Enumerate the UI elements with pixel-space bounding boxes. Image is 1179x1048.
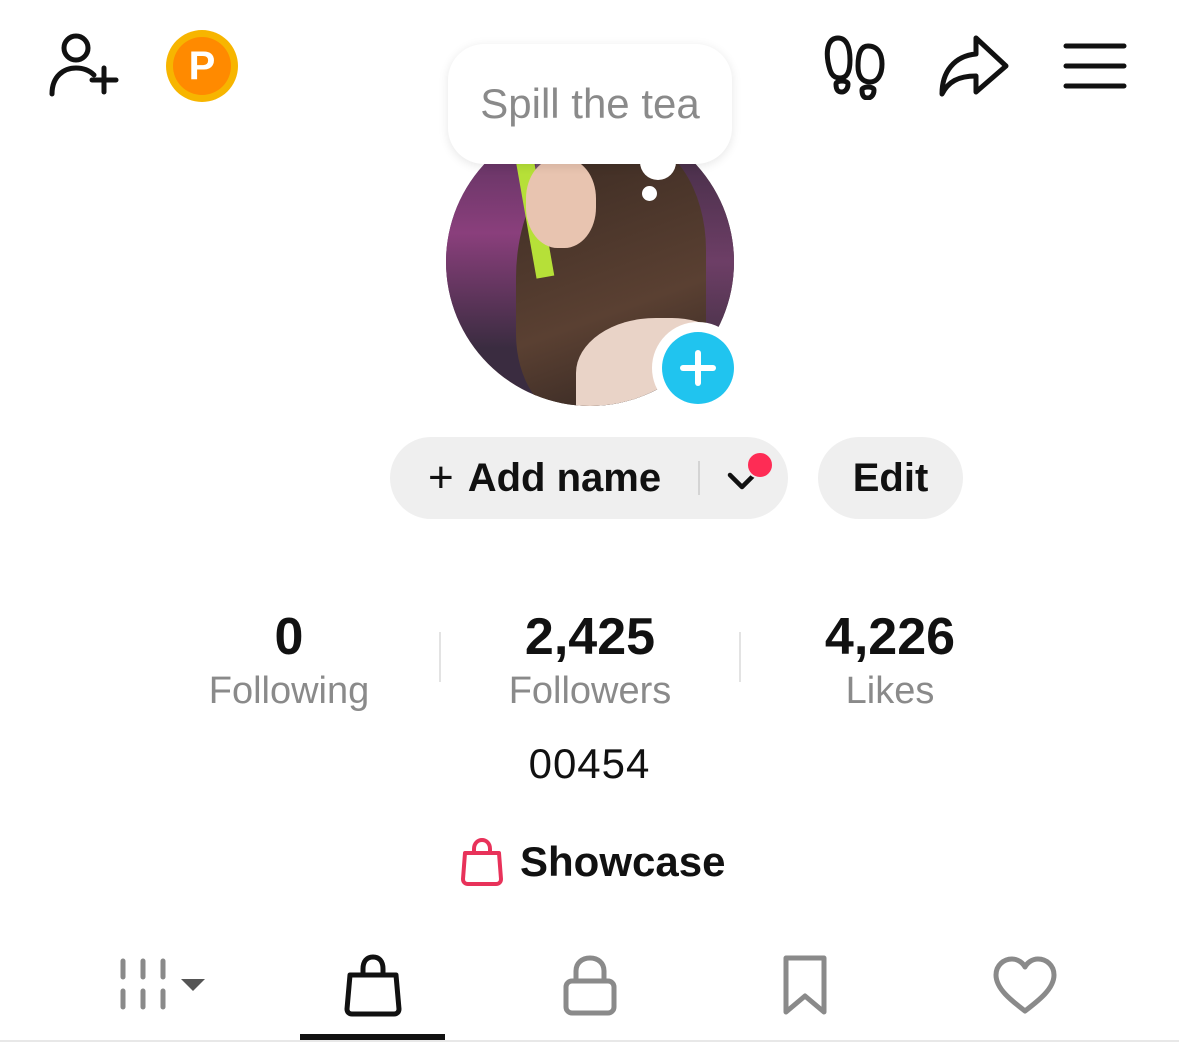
- stat-label: Likes: [845, 670, 935, 712]
- heart-icon: [993, 956, 1057, 1014]
- showcase-link[interactable]: Showcase: [460, 832, 725, 892]
- showcase-label: Showcase: [520, 838, 726, 885]
- stat-value: 4,226: [824, 608, 956, 666]
- profile-bio: 00454: [528, 740, 651, 787]
- shopping-bag-icon: [344, 954, 401, 1017]
- add-name-button[interactable]: + Add name: [428, 437, 661, 519]
- note-bubble-dot: [642, 186, 657, 201]
- notification-dot: [746, 451, 774, 479]
- tab-showcase[interactable]: [300, 940, 445, 1030]
- stat-followers[interactable]: 2,425 Followers: [440, 605, 740, 713]
- avatar-photo-face: [526, 158, 596, 248]
- lock-icon: [563, 955, 617, 1016]
- add-friend-button[interactable]: [44, 28, 124, 104]
- coin-icon: P: [173, 37, 231, 95]
- share-arrow-icon: [939, 35, 1009, 97]
- add-avatar-button[interactable]: [652, 322, 744, 414]
- tab-liked[interactable]: [980, 940, 1070, 1030]
- stat-value: 2,425: [524, 608, 656, 666]
- stat-value: 0: [274, 608, 304, 666]
- coin-badge[interactable]: P: [166, 30, 238, 102]
- share-button[interactable]: [936, 32, 1012, 100]
- tab-videos[interactable]: [100, 940, 220, 1030]
- hamburger-menu-icon: [1063, 43, 1127, 89]
- pill-divider: [698, 461, 700, 495]
- tab-private[interactable]: [540, 940, 640, 1030]
- tab-bar-divider: [0, 1040, 1179, 1042]
- plus-icon: [662, 332, 734, 404]
- shopping-bag-icon: [461, 837, 503, 886]
- add-name-pill: + Add name: [390, 437, 788, 519]
- stat-label: Following: [208, 670, 370, 712]
- stat-following[interactable]: 0 Following: [139, 605, 439, 713]
- note-bubble[interactable]: Spill the tea: [448, 44, 732, 164]
- note-bubble-text: Spill the tea: [480, 80, 700, 127]
- plus-icon: +: [428, 453, 454, 502]
- grid-icon: [120, 958, 205, 1010]
- add-name-label: Add name: [467, 455, 662, 500]
- profile-views-button[interactable]: [824, 34, 886, 100]
- edit-profile-button[interactable]: Edit: [818, 437, 963, 519]
- footprints-icon: [824, 35, 885, 100]
- add-user-icon: [49, 33, 119, 97]
- edit-label: Edit: [852, 455, 929, 500]
- menu-button[interactable]: [1062, 40, 1128, 92]
- bookmark-icon: [783, 955, 827, 1015]
- stat-likes[interactable]: 4,226 Likes: [740, 605, 1040, 713]
- stat-label: Followers: [508, 670, 672, 712]
- tab-saved[interactable]: [760, 940, 850, 1030]
